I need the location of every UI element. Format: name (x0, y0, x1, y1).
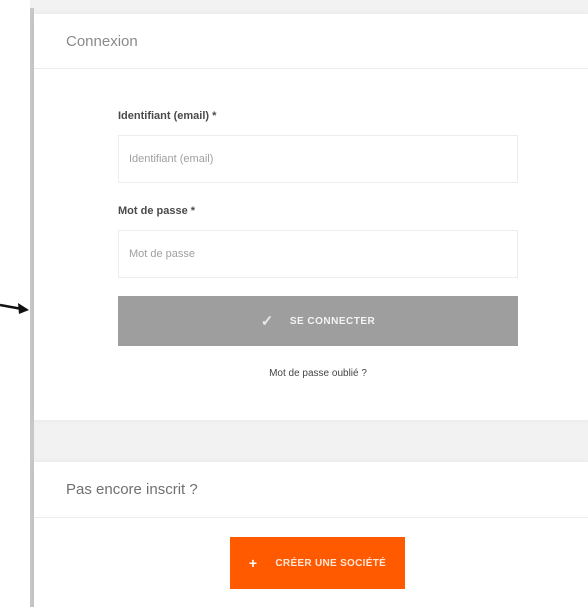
email-label: Identifiant (email) * (118, 110, 217, 122)
forgot-password-link[interactable]: Mot de passe oublié ? (118, 368, 518, 379)
arrow-pointer-icon (0, 303, 29, 314)
connect-button-label: SE CONNECTER (289, 315, 376, 327)
signup-card-title: Pas encore inscrit ? (34, 462, 588, 518)
check-icon: ✓ (260, 313, 274, 330)
login-form: Identifiant (email) * Mot de passe * ✓ S… (118, 110, 518, 379)
plus-icon: + (248, 555, 258, 571)
password-label: Mot de passe * (118, 205, 196, 217)
password-field[interactable] (118, 230, 518, 278)
create-company-button[interactable]: + CRÉER UNE SOCIÉTÉ (230, 537, 405, 589)
create-company-label: CRÉER UNE SOCIÉTÉ (275, 557, 387, 569)
email-field[interactable] (118, 135, 518, 183)
login-card: Connexion Identifiant (email) * Mot de p… (34, 14, 588, 420)
signup-card: Pas encore inscrit ? + CRÉER UNE SOCIÉTÉ (34, 462, 588, 607)
login-card-title: Connexion (34, 14, 588, 69)
connect-button[interactable]: ✓ SE CONNECTER (118, 296, 518, 346)
